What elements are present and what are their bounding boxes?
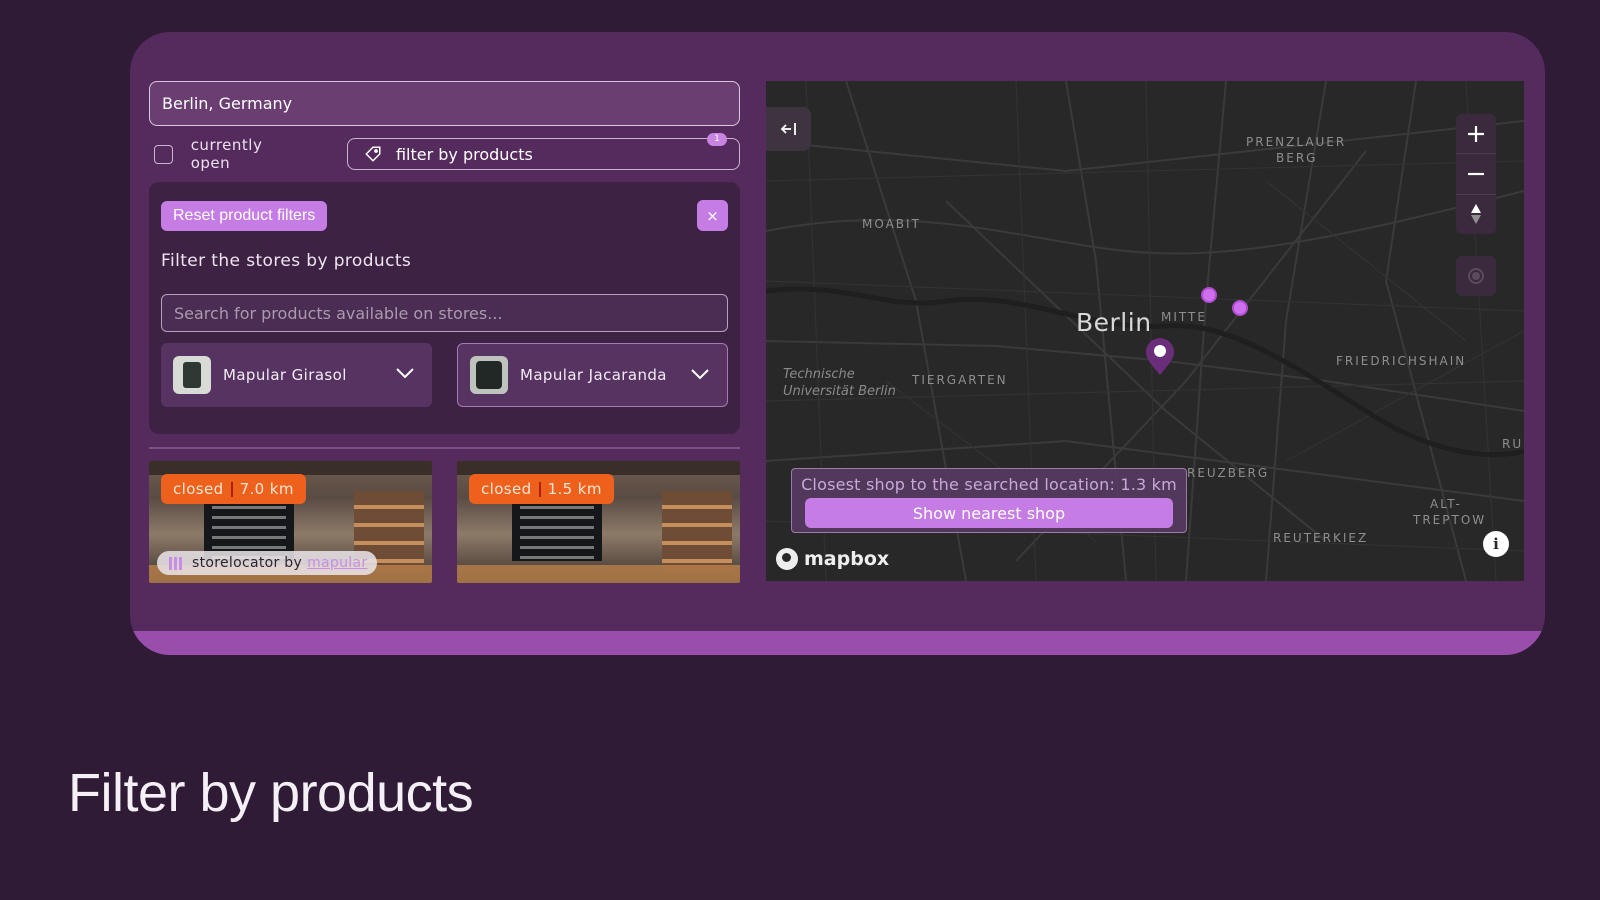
tag-icon bbox=[365, 146, 381, 162]
product-label: Mapular Jacaranda bbox=[520, 366, 667, 384]
page-title: Filter by products bbox=[68, 763, 474, 823]
map-label: MOABIT bbox=[862, 217, 921, 231]
location-search-value: Berlin, Germany bbox=[162, 94, 293, 113]
location-pin-icon bbox=[1146, 338, 1174, 375]
map-label: RU bbox=[1502, 437, 1524, 451]
compass-button[interactable] bbox=[1456, 195, 1496, 234]
product-thumbnail bbox=[173, 356, 211, 394]
map-label: BERG bbox=[1276, 151, 1318, 165]
store-marker[interactable] bbox=[1232, 300, 1248, 316]
mapbox-icon bbox=[776, 548, 798, 570]
store-list: closed 7.0 km storelocator by mapular cl… bbox=[149, 461, 740, 583]
product-dropdown-girasol[interactable]: Mapular Girasol bbox=[161, 343, 432, 407]
filter-by-products-label: filter by products bbox=[395, 144, 533, 164]
chevron-down-icon bbox=[396, 368, 414, 379]
map-label: REUTERKIEZ bbox=[1273, 531, 1369, 545]
plus-icon bbox=[1468, 125, 1484, 142]
store-status: closed bbox=[173, 480, 224, 498]
mapbox-label: mapbox bbox=[804, 548, 890, 570]
map-city-label: Berlin bbox=[1076, 308, 1152, 337]
currently-open-label: currently open bbox=[190, 136, 263, 172]
currently-open-checkbox[interactable] bbox=[154, 144, 173, 164]
nearest-shop-panel: Closest shop to the searched location: 1… bbox=[791, 468, 1187, 533]
map-label: PRENZLAUER bbox=[1246, 135, 1347, 149]
app-frame: Berlin, Germany currently open filter by… bbox=[130, 32, 1545, 655]
store-marker[interactable] bbox=[1201, 287, 1217, 303]
geolocate-icon bbox=[1468, 268, 1484, 284]
status-badge: closed 7.0 km bbox=[161, 474, 306, 504]
compass-icon bbox=[1471, 204, 1481, 225]
store-status: closed bbox=[481, 480, 532, 498]
collapse-left-icon bbox=[780, 123, 796, 135]
location-search-input[interactable]: Berlin, Germany bbox=[149, 81, 740, 126]
map-poi-label: Technische Universität Berlin bbox=[783, 367, 896, 399]
map-label: REUZBERG bbox=[1187, 466, 1270, 480]
collapse-panel-button[interactable] bbox=[766, 107, 811, 151]
left-panel: Berlin, Germany currently open filter by… bbox=[149, 81, 740, 583]
mapbox-logo[interactable]: mapbox bbox=[776, 548, 889, 570]
map-label: TREPTOW bbox=[1413, 513, 1487, 527]
geolocate-button[interactable] bbox=[1456, 256, 1496, 296]
product-thumbnail bbox=[470, 356, 508, 394]
branding-prefix: storelocator by bbox=[192, 555, 303, 571]
product-search-placeholder: Search for products available on stores.… bbox=[174, 303, 503, 323]
filter-row: currently open filter by products 1 bbox=[149, 133, 740, 172]
product-search-input[interactable]: Search for products available on stores.… bbox=[161, 294, 728, 332]
map-label: MITTE bbox=[1161, 310, 1207, 324]
mapular-link[interactable]: mapular bbox=[307, 555, 367, 571]
mapular-logo-icon bbox=[169, 556, 182, 570]
store-card[interactable]: closed 1.5 km bbox=[457, 461, 740, 583]
chevron-down-icon bbox=[691, 369, 709, 380]
product-filter-title: Filter the stores by products bbox=[161, 251, 412, 271]
info-icon[interactable]: i bbox=[1483, 531, 1509, 557]
product-dropdown-jacaranda[interactable]: Mapular Jacaranda bbox=[457, 343, 728, 407]
filter-by-products-button[interactable]: filter by products 1 bbox=[346, 133, 740, 170]
nearest-shop-message: Closest shop to the searched location: 1… bbox=[801, 475, 1177, 494]
reset-product-filters-button[interactable]: Reset product filters bbox=[161, 201, 328, 231]
filter-count-badge: 1 bbox=[707, 133, 727, 146]
store-card[interactable]: closed 7.0 km storelocator by mapular bbox=[149, 461, 432, 583]
map-label: FRIEDRICHSHAIN bbox=[1336, 354, 1467, 368]
product-label: Mapular Girasol bbox=[223, 366, 347, 384]
frame-bottom-bar bbox=[130, 631, 1545, 655]
product-filter-card: Reset product filters × Filter the store… bbox=[149, 182, 740, 434]
show-nearest-shop-button[interactable]: Show nearest shop bbox=[805, 498, 1173, 528]
zoom-in-button[interactable] bbox=[1456, 114, 1496, 155]
map-label: ALT- bbox=[1430, 497, 1462, 511]
store-distance: 7.0 km bbox=[239, 480, 294, 498]
map-label: TIERGARTEN bbox=[912, 373, 1008, 387]
status-badge: closed 1.5 km bbox=[469, 474, 614, 504]
map[interactable]: PRENZLAUER BERG MOABIT MITTE FRIEDRICHSH… bbox=[766, 81, 1524, 581]
divider bbox=[149, 447, 740, 449]
map-zoom-controls bbox=[1456, 114, 1496, 234]
minus-icon bbox=[1468, 172, 1484, 176]
zoom-out-button[interactable] bbox=[1456, 154, 1496, 195]
store-distance: 1.5 km bbox=[547, 480, 602, 498]
branding-badge: storelocator by mapular bbox=[157, 551, 378, 575]
close-icon[interactable]: × bbox=[697, 200, 728, 231]
